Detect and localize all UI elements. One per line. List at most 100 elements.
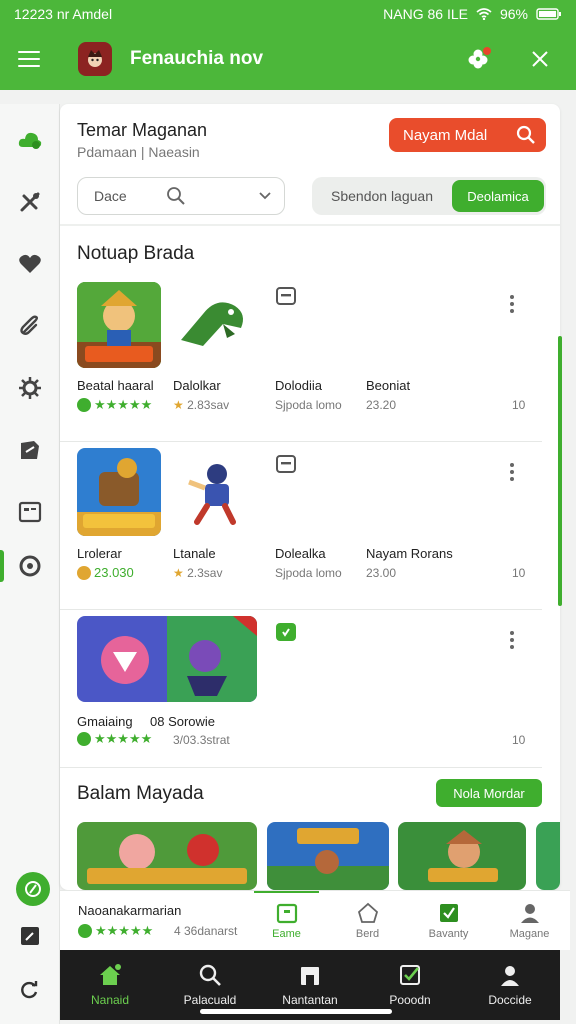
list-item[interactable]: Lrolerar 23.030 Ltanale ★ 2.3sav Dolealk…: [60, 442, 560, 610]
rail-item-cloud[interactable]: [0, 120, 60, 160]
rail-item-settings[interactable]: [0, 368, 60, 408]
row-col3-title: Dolealka: [275, 546, 326, 561]
rail-status-button[interactable]: [16, 872, 50, 906]
nav-home-label: Nanaid: [90, 993, 130, 1007]
menu-button[interactable]: [0, 28, 58, 90]
task-check-icon: [400, 965, 420, 985]
tag-icon: [21, 441, 39, 459]
list-title: Notuap Brada: [77, 243, 195, 264]
row-col2-meta: 3/03.3strat: [173, 733, 230, 747]
select-value: Dace: [94, 188, 127, 204]
rating-badge-icon: [78, 924, 92, 938]
row-col2-meta: ★ 2.83sav: [173, 398, 229, 412]
primary-search-button[interactable]: Nayam Mdal: [389, 118, 546, 152]
row-col4-title: Beoniat: [366, 378, 411, 393]
nav-profile-label: Doccide: [488, 993, 532, 1007]
list-item[interactable]: Beatal haaral ★★★★★ Dalolkar ★ 2.83sav D…: [60, 274, 560, 442]
rail-item-edit[interactable]: [0, 916, 60, 956]
nav-profile[interactable]: Doccide: [460, 950, 560, 1020]
featured-card-3[interactable]: [398, 822, 526, 890]
row-count: 10: [512, 733, 526, 747]
hero-artwork: [77, 282, 161, 368]
close-button[interactable]: [520, 39, 560, 79]
featured-title: Balam Mayada: [77, 783, 204, 804]
scrollbar[interactable]: [558, 336, 562, 606]
row-count: 10: [512, 566, 526, 580]
featured-more-button[interactable]: Nola Mordar: [436, 779, 542, 807]
app-logo: [78, 42, 112, 76]
warrior-icon: [188, 464, 236, 525]
nav-shop-label: Nantantan: [282, 993, 338, 1007]
tab-game-label: Eame: [272, 927, 301, 940]
filter-select[interactable]: Dace: [77, 177, 285, 215]
row-col2-meta-text: 2.83sav: [187, 398, 230, 412]
row-col2-title: 08 Sorowie: [150, 714, 216, 729]
rail-item-card[interactable]: [0, 492, 60, 532]
featured-card-2[interactable]: [267, 822, 389, 890]
rating-stars: ★★★★★: [77, 397, 152, 413]
tab-profile[interactable]: Magane: [489, 891, 570, 950]
bottom-info-rating: ★★★★★: [78, 923, 153, 939]
list-item[interactable]: Gmaiaing ★★★★★ 08 Sorowie 3/03.3strat 10: [60, 610, 560, 768]
more-menu-button[interactable]: [502, 292, 522, 316]
featured-card-1[interactable]: [77, 822, 257, 890]
app-title: Fenauchia nov: [130, 48, 264, 69]
row-col2-meta: ★ 2.3sav: [173, 566, 222, 580]
row-col4-meta: 23.00: [366, 566, 397, 580]
row-toggle[interactable]: [276, 623, 296, 641]
game-banner[interactable]: [77, 616, 257, 702]
nav-home[interactable]: Nanaid: [60, 950, 160, 1020]
status-bar: 12223 nr Amdel NANG 86 ILE 96%: [0, 0, 576, 28]
segment-left[interactable]: Sbendon laguan: [312, 177, 452, 215]
row-col4-title: Nayam Rorans: [366, 546, 453, 561]
search-icon: [199, 964, 221, 986]
row-toggle[interactable]: [276, 455, 296, 473]
notifications-button[interactable]: [458, 39, 498, 79]
primary-button-label: Nayam Mdal: [403, 126, 488, 144]
rating-value: 23.030: [94, 565, 134, 580]
row-divider: [60, 767, 542, 768]
rail-item-tools[interactable]: [0, 182, 60, 222]
character-artwork: [185, 460, 245, 528]
star-icon: ★: [173, 566, 188, 580]
paperclip-icon: [20, 315, 38, 335]
now-playing-info[interactable]: Naoanakarmarian ★★★★★ 4 36danarst: [60, 890, 246, 950]
row-col3-meta: Sjpoda lomo: [275, 566, 342, 580]
game-thumbnail[interactable]: [77, 282, 161, 368]
battle-artwork: [77, 616, 257, 702]
home-icon: [100, 964, 121, 985]
rail-item-attach[interactable]: [0, 306, 60, 346]
tab-game[interactable]: Eame: [246, 891, 327, 950]
segmented-control: Sbendon laguan Deolamica: [312, 177, 546, 215]
battery-percent: 96%: [499, 6, 528, 22]
row-col2-title: Ltanale: [173, 546, 216, 561]
rail-item-favorites[interactable]: [0, 244, 60, 284]
check-icon: [282, 628, 290, 637]
featured-artwork-3: [398, 822, 526, 890]
user-icon: [520, 903, 539, 923]
featured-card-4[interactable]: [536, 822, 560, 890]
tab-bounty[interactable]: Bavanty: [408, 891, 489, 950]
segment-right[interactable]: Deolamica: [452, 180, 544, 212]
chevron-down-icon: [259, 192, 271, 200]
more-menu-button[interactable]: [502, 460, 522, 484]
tab-store[interactable]: Berd: [327, 891, 408, 950]
user-icon: [501, 966, 519, 986]
id-card-icon: [18, 501, 42, 523]
game-thumbnail[interactable]: [77, 448, 161, 536]
dragon-icon: [181, 302, 243, 346]
robot-artwork: [77, 448, 161, 536]
rail-item-tag[interactable]: [0, 430, 60, 470]
bottom-info-meta: 4 36danarst: [174, 924, 238, 938]
row-title: Lrolerar: [77, 546, 122, 561]
battery-icon: [536, 8, 561, 20]
checklist-icon: [439, 903, 458, 922]
row-toggle[interactable]: [276, 287, 296, 305]
rail-item-target[interactable]: [0, 546, 60, 586]
more-menu-button[interactable]: [502, 628, 522, 652]
nav-tasks-label: Pooodn: [389, 993, 431, 1007]
rail-item-refresh[interactable]: [0, 970, 60, 1010]
bottom-info-title: Naoanakarmarian: [78, 903, 182, 918]
status-indicators: NANG 86 ILE: [383, 6, 468, 22]
home-indicator[interactable]: [200, 1009, 392, 1014]
